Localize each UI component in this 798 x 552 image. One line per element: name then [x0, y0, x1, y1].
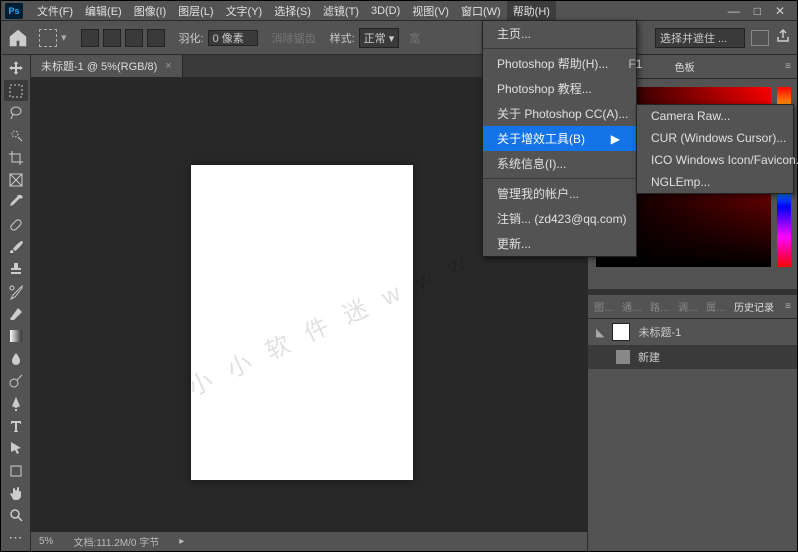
- canvas[interactable]: [191, 165, 413, 480]
- stamp-tool[interactable]: [4, 259, 28, 279]
- plugin-camera-raw[interactable]: Camera Raw...: [637, 105, 793, 127]
- document-info: 文档:111.2M/0 字节: [73, 534, 159, 549]
- menu-select[interactable]: 选择(S): [268, 1, 317, 21]
- menu-type[interactable]: 文字(Y): [220, 1, 269, 21]
- swatches-tab[interactable]: 色板: [675, 59, 695, 74]
- history-tab[interactable]: 历史记录: [734, 299, 774, 314]
- plugin-cur[interactable]: CUR (Windows Cursor)...: [637, 127, 793, 149]
- antialias-label: 消除锯齿: [272, 30, 316, 46]
- type-tool[interactable]: [4, 416, 28, 436]
- maximize-button[interactable]: □: [754, 4, 761, 18]
- menubar: Ps 文件(F) 编辑(E) 图像(I) 图层(L) 文字(Y) 选择(S) 滤…: [1, 1, 797, 21]
- options-bar: ▾ 羽化: 消除锯齿 样式: 正常 ▾ 宽 选择并遮住 ...: [1, 21, 797, 55]
- submenu-arrow-icon: ▶: [591, 132, 620, 146]
- menu-edit[interactable]: 编辑(E): [79, 1, 128, 21]
- help-about[interactable]: 关于 Photoshop CC(A)...: [483, 101, 636, 126]
- panel-menu-icon[interactable]: ≡: [785, 61, 791, 72]
- snapshot-label: 未标题-1: [638, 324, 681, 340]
- brush-tool[interactable]: [4, 237, 28, 257]
- selection-add-icon[interactable]: [103, 29, 121, 47]
- menu-window[interactable]: 窗口(W): [455, 1, 507, 21]
- tab-close-icon[interactable]: ×: [165, 60, 171, 72]
- menu-view[interactable]: 视图(V): [406, 1, 455, 21]
- status-caret-icon[interactable]: ▸: [179, 536, 184, 547]
- blur-tool[interactable]: [4, 349, 28, 369]
- app-logo: Ps: [5, 3, 23, 19]
- move-tool[interactable]: [4, 58, 28, 78]
- plugin-nglemp[interactable]: NGLEmp...: [637, 171, 793, 193]
- shape-tool[interactable]: [4, 460, 28, 480]
- paths-tab[interactable]: 路…: [650, 299, 670, 314]
- history-step-label: 新建: [638, 349, 660, 365]
- eyedropper-tool[interactable]: [4, 192, 28, 212]
- width-label: 宽: [409, 30, 420, 46]
- layers-tab[interactable]: 图…: [594, 299, 614, 314]
- properties-tab[interactable]: 属…: [706, 299, 726, 314]
- new-doc-icon: [616, 350, 630, 364]
- document-tab-title: 未标题-1 @ 5%(RGB/8): [41, 58, 157, 74]
- plugin-ico[interactable]: ICO Windows Icon/Favicon...: [637, 149, 793, 171]
- zoom-value[interactable]: 5%: [39, 536, 53, 547]
- help-dropdown: 主页... Photoshop 帮助(H)...F1 Photoshop 教程.…: [482, 20, 637, 257]
- help-updates[interactable]: 更新...: [483, 231, 636, 256]
- close-button[interactable]: ✕: [775, 4, 785, 18]
- help-photoshop-help[interactable]: Photoshop 帮助(H)...F1: [483, 51, 636, 76]
- style-label: 样式:: [330, 30, 355, 46]
- status-bar: 5% 文档:111.2M/0 字节 ▸: [31, 531, 587, 551]
- help-system-info[interactable]: 系统信息(I)...: [483, 151, 636, 176]
- share-icon[interactable]: [775, 28, 791, 47]
- dodge-tool[interactable]: [4, 371, 28, 391]
- home-icon[interactable]: [7, 28, 29, 48]
- dropdown-caret-icon[interactable]: ▾: [61, 31, 67, 44]
- selection-subtract-icon[interactable]: [125, 29, 143, 47]
- feather-input[interactable]: [208, 30, 258, 46]
- tools-panel: ⋯: [1, 55, 31, 551]
- snapshot-brush-icon: ◣: [596, 326, 604, 339]
- style-select[interactable]: 正常 ▾: [359, 28, 400, 48]
- help-signout[interactable]: 注销... (zd423@qq.com): [483, 206, 636, 231]
- more-tools-icon[interactable]: ⋯: [4, 528, 28, 548]
- document-tab[interactable]: 未标题-1 @ 5%(RGB/8) ×: [31, 55, 183, 77]
- channels-tab[interactable]: 通…: [622, 299, 642, 314]
- menu-3d[interactable]: 3D(D): [365, 3, 406, 19]
- selection-new-icon[interactable]: [81, 29, 99, 47]
- help-manage-account[interactable]: 管理我的帐户...: [483, 181, 636, 206]
- menu-file[interactable]: 文件(F): [31, 1, 79, 21]
- selection-intersect-icon[interactable]: [147, 29, 165, 47]
- menu-filter[interactable]: 滤镜(T): [317, 1, 365, 21]
- crop-tool[interactable]: [4, 147, 28, 167]
- eraser-tool[interactable]: [4, 304, 28, 324]
- help-tutorials[interactable]: Photoshop 教程...: [483, 76, 636, 101]
- gradient-tool[interactable]: [4, 326, 28, 346]
- history-snapshot[interactable]: ◣ 未标题-1: [588, 319, 797, 345]
- quick-select-tool[interactable]: [4, 125, 28, 145]
- feather-label: 羽化:: [179, 30, 204, 46]
- panel-toggle-icon[interactable]: [751, 30, 769, 46]
- path-select-tool[interactable]: [4, 438, 28, 458]
- pen-tool[interactable]: [4, 393, 28, 413]
- select-and-mask-button[interactable]: 选择并遮住 ...: [655, 28, 745, 48]
- menu-help[interactable]: 帮助(H): [507, 1, 556, 21]
- help-home[interactable]: 主页...: [483, 21, 636, 46]
- plugins-submenu: Camera Raw... CUR (Windows Cursor)... IC…: [636, 104, 794, 194]
- panel-menu-icon[interactable]: ≡: [785, 301, 791, 312]
- marquee-tool[interactable]: [4, 80, 28, 100]
- snapshot-thumb: [612, 323, 630, 341]
- frame-tool[interactable]: [4, 170, 28, 190]
- zoom-tool[interactable]: [4, 505, 28, 525]
- marquee-preset-icon[interactable]: [39, 29, 57, 47]
- history-step[interactable]: 新建: [588, 345, 797, 369]
- heal-tool[interactable]: [4, 215, 28, 235]
- help-about-plugins[interactable]: 关于增效工具(B)▶: [483, 126, 636, 151]
- minimize-button[interactable]: —: [728, 4, 740, 18]
- lasso-tool[interactable]: [4, 103, 28, 123]
- menu-image[interactable]: 图像(I): [128, 1, 172, 21]
- menu-layer[interactable]: 图层(L): [172, 1, 219, 21]
- history-brush-tool[interactable]: [4, 282, 28, 302]
- adjustments-tab[interactable]: 调…: [678, 299, 698, 314]
- hand-tool[interactable]: [4, 483, 28, 503]
